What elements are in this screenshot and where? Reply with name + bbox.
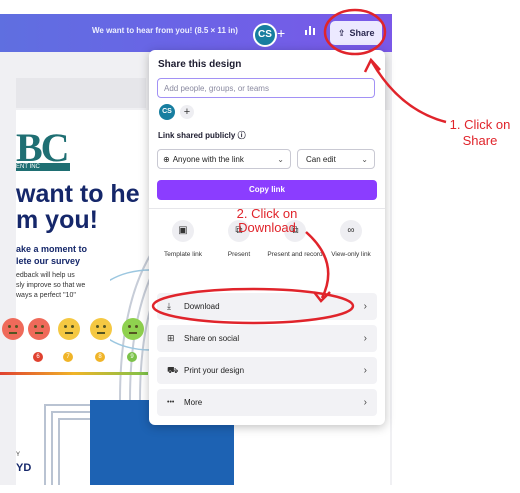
share-arrow — [370, 61, 447, 124]
download-arrow — [305, 231, 330, 299]
step1-annotation-line1: 1. Click on — [449, 117, 511, 132]
share-highlight-circle — [323, 8, 387, 56]
step2-annotation-line1: 2. Click on — [236, 206, 298, 221]
annotation-overlay — [151, 8, 447, 325]
step1-annotation-line2: Share — [462, 133, 498, 148]
step2-annotation-line2: Download — [238, 220, 296, 235]
